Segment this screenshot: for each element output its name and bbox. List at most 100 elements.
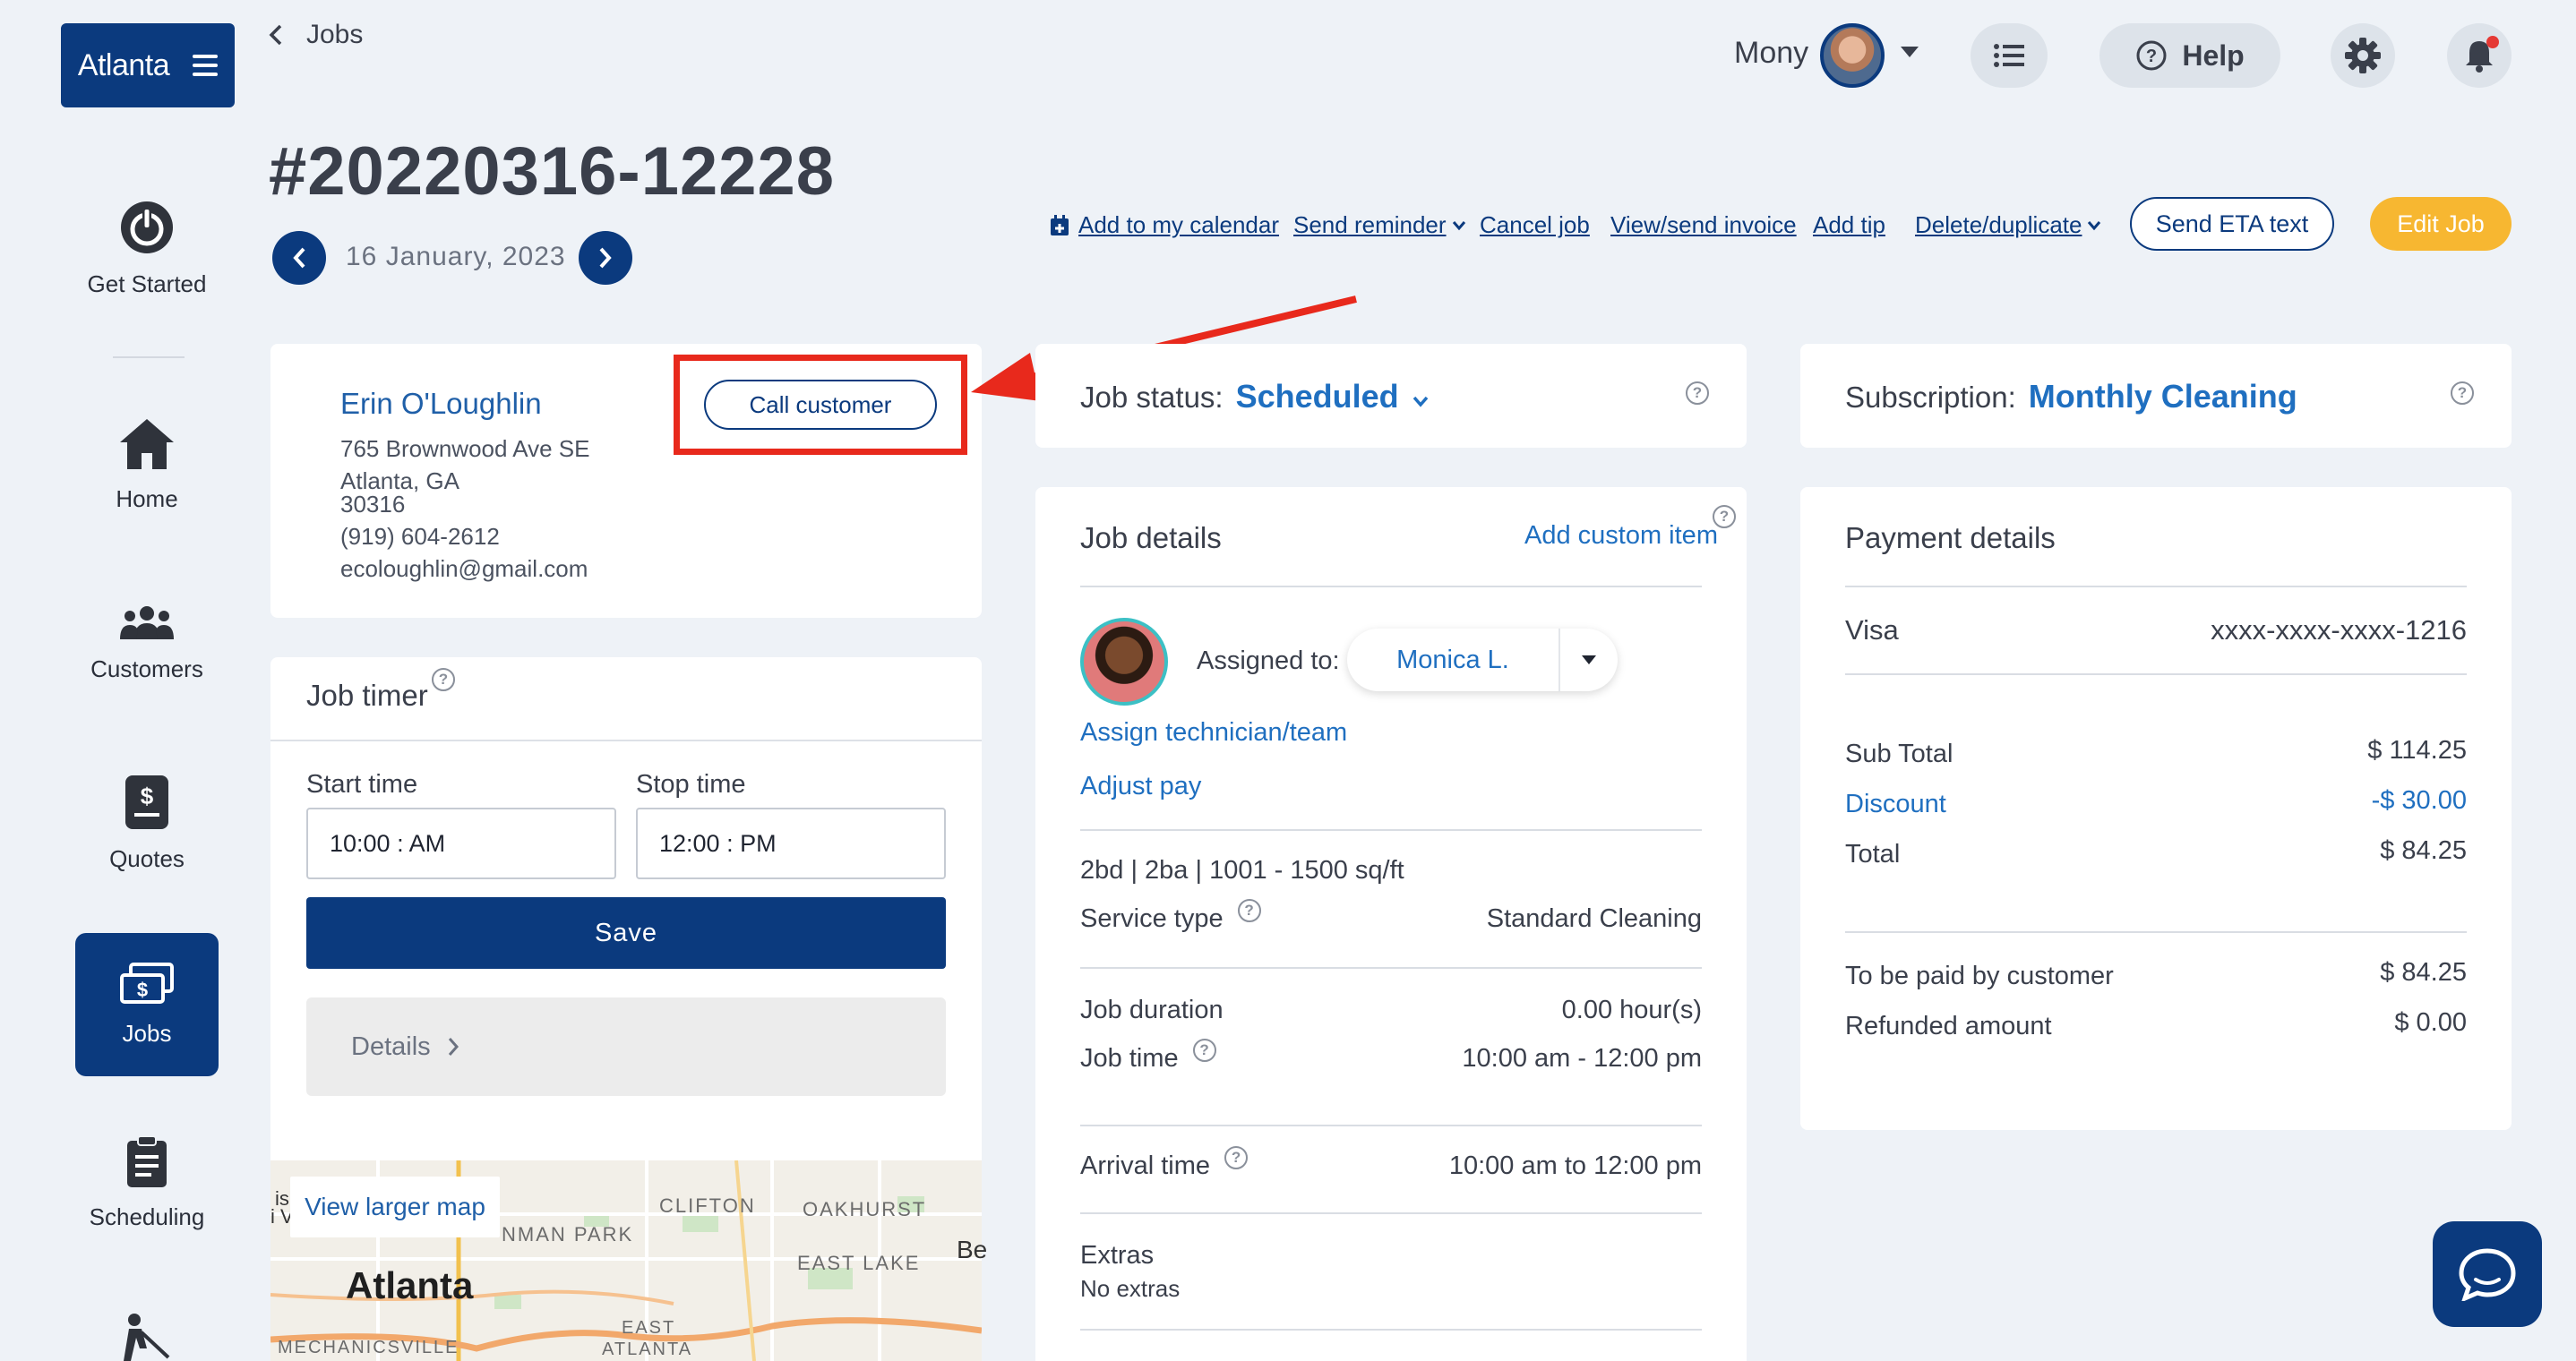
map-label-east-lake: EAST LAKE: [797, 1252, 921, 1274]
timer-details-toggle[interactable]: Details: [306, 997, 946, 1096]
subscription-row: Subscription: Monthly Cleaning: [1845, 378, 2297, 415]
svg-text:?: ?: [2146, 47, 2157, 66]
caret-down-icon[interactable]: [1560, 655, 1618, 665]
assign-technician-link[interactable]: Assign technician/team: [1080, 718, 1347, 748]
adjust-pay-link[interactable]: Adjust pay: [1080, 772, 1201, 801]
save-timer-button[interactable]: Save: [306, 897, 946, 969]
details-label: Details: [351, 1031, 431, 1061]
question-circle-icon[interactable]: ?: [1686, 381, 1709, 405]
divider: [1080, 967, 1702, 969]
chevron-right-icon: [599, 247, 612, 269]
list-view-button[interactable]: [1971, 23, 2048, 88]
delete-duplicate-link[interactable]: Delete/duplicate: [1915, 211, 2101, 239]
sidebar-item-label: Customers: [90, 655, 203, 682]
stop-time-input[interactable]: 12:00 : PM: [636, 808, 946, 879]
job-time-row: Job time ?: [1080, 1038, 1216, 1074]
chevron-right-icon: [448, 1038, 459, 1056]
start-time-input[interactable]: 10:00 : AM: [306, 808, 616, 879]
brand-menu-button[interactable]: Atlanta: [61, 23, 235, 107]
settings-button[interactable]: [2331, 23, 2395, 88]
total-label: Total: [1845, 840, 1901, 869]
subscription-value[interactable]: Monthly Cleaning: [2029, 378, 2297, 415]
send-reminder-label: Send reminder: [1293, 211, 1447, 238]
sidebar-item-label: Scheduling: [89, 1203, 205, 1230]
map-label-east: EAST: [622, 1318, 676, 1338]
divider: [1080, 586, 1702, 587]
help-button[interactable]: ? Help: [2099, 23, 2280, 88]
job-details-title: Job details: [1080, 521, 1222, 554]
timer-divider: [270, 740, 982, 741]
sidebar-item-label: Jobs: [122, 1019, 172, 1047]
customers-icon: [120, 606, 174, 639]
sidebar-item-home[interactable]: Home: [75, 417, 219, 513]
view-send-invoice-link[interactable]: View/send invoice: [1610, 211, 1797, 239]
cancel-job-link[interactable]: Cancel job: [1480, 211, 1590, 239]
chat-bubble-icon: [2459, 1248, 2516, 1301]
service-type-label: Service type: [1080, 904, 1224, 933]
map-label-inman-park: NMAN PARK: [502, 1223, 634, 1245]
discount-label[interactable]: Discount: [1845, 790, 1946, 819]
sidebar-item-get-started[interactable]: Get Started: [75, 199, 219, 298]
back-link[interactable]: Jobs: [269, 20, 363, 50]
sidebar-item-scheduling[interactable]: Scheduling: [75, 1135, 219, 1231]
technician-select[interactable]: Monica L.: [1347, 629, 1618, 691]
previous-date-button[interactable]: [272, 231, 326, 285]
help-label: Help: [2182, 39, 2245, 72]
total-value: $ 84.25: [2380, 836, 2467, 865]
question-circle-icon[interactable]: ?: [1713, 505, 1736, 528]
extras-value: No extras: [1080, 1275, 1181, 1302]
subtotal-value: $ 114.25: [2367, 736, 2467, 765]
question-circle-icon[interactable]: ?: [432, 668, 455, 691]
question-circle-icon[interactable]: ?: [1192, 1038, 1216, 1062]
sidebar-item-customers[interactable]: Customers: [75, 605, 219, 683]
refunded-value: $ 0.00: [2394, 1008, 2467, 1037]
add-tip-link[interactable]: Add tip: [1813, 211, 1885, 239]
add-to-calendar-link[interactable]: Add to my calendar: [1050, 211, 1279, 239]
highlight-box: [674, 355, 967, 455]
divider: [1845, 586, 2467, 587]
calendar-plus-icon: [1051, 214, 1069, 235]
send-eta-text-button[interactable]: Send ETA text: [2130, 197, 2334, 251]
notifications-button[interactable]: [2447, 23, 2512, 88]
notification-dot: [2486, 36, 2499, 48]
service-type-row: Service type ?: [1080, 898, 1261, 934]
svg-text:$: $: [137, 979, 148, 1001]
edit-job-button[interactable]: Edit Job: [2370, 197, 2512, 251]
to-be-paid-value: $ 84.25: [2380, 958, 2467, 987]
power-icon: [121, 201, 173, 253]
chevron-left-icon: [293, 247, 305, 269]
question-circle-icon: ?: [2136, 40, 2167, 71]
send-reminder-link[interactable]: Send reminder: [1293, 211, 1466, 239]
job-status-label: Job status:: [1080, 381, 1224, 414]
clipboard-icon: [127, 1135, 167, 1187]
gear-icon: [2345, 38, 2381, 73]
question-circle-icon[interactable]: ?: [2451, 381, 2474, 405]
user-avatar[interactable]: [1820, 23, 1885, 88]
user-name[interactable]: Mony: [1734, 36, 1808, 71]
question-circle-icon[interactable]: ?: [1224, 1145, 1249, 1169]
user-menu-caret-icon[interactable]: [1901, 47, 1919, 57]
job-status-value: Scheduled: [1235, 378, 1399, 415]
chat-button[interactable]: [2433, 1221, 2542, 1327]
sidebar-item-label: Get Started: [87, 270, 207, 297]
customer-email: ecoloughlin@gmail.com: [340, 555, 588, 582]
next-date-button[interactable]: [579, 231, 632, 285]
divider: [1080, 1329, 1702, 1331]
job-status-row[interactable]: Job status: Scheduled: [1080, 378, 1430, 415]
divider: [1080, 1212, 1702, 1214]
sidebar-item-label: Quotes: [109, 845, 185, 872]
cleaning-person-icon[interactable]: [116, 1313, 174, 1361]
sidebar-divider: [113, 356, 185, 358]
add-custom-item-link[interactable]: Add custom item: [1524, 521, 1718, 551]
sidebar-item-quotes[interactable]: $ Quotes: [75, 774, 219, 873]
brand-label: Atlanta: [77, 47, 170, 82]
customer-name-link[interactable]: Erin O'Loughlin: [340, 387, 542, 421]
chevron-down-icon: [1452, 220, 1465, 230]
card-type: Visa: [1845, 614, 1899, 646]
technician-name: Monica L.: [1396, 645, 1509, 674]
quote-icon: $: [125, 775, 168, 829]
sidebar-item-jobs[interactable]: $ Jobs: [75, 933, 219, 1076]
view-larger-map-link[interactable]: View larger map: [290, 1177, 500, 1237]
question-circle-icon[interactable]: ?: [1237, 898, 1261, 922]
refunded-label: Refunded amount: [1845, 1012, 2052, 1040]
